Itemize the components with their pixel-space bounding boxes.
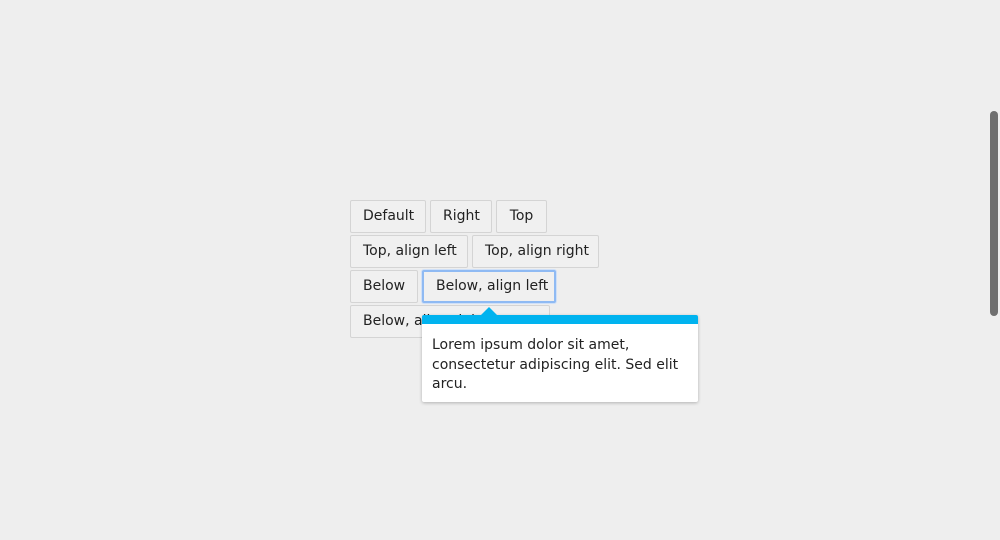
top-button[interactable]: Top (496, 200, 547, 233)
default-button[interactable]: Default (350, 200, 426, 233)
below-button[interactable]: Below (350, 270, 418, 303)
top-align-right-button[interactable]: Top, align right (472, 235, 599, 268)
page: Default Right Top Top, align left Top, a… (0, 0, 1000, 540)
popover-accent-bar (422, 315, 698, 324)
popover: Lorem ipsum dolor sit amet, consectetur … (422, 307, 698, 402)
top-align-left-button[interactable]: Top, align left (350, 235, 468, 268)
popover-text: Lorem ipsum dolor sit amet, consectetur … (432, 337, 679, 392)
right-button[interactable]: Right (430, 200, 492, 233)
scrollbar-thumb[interactable] (990, 111, 998, 316)
popover-arrow (481, 307, 497, 315)
below-align-left-button[interactable]: Below, align left (422, 270, 556, 303)
